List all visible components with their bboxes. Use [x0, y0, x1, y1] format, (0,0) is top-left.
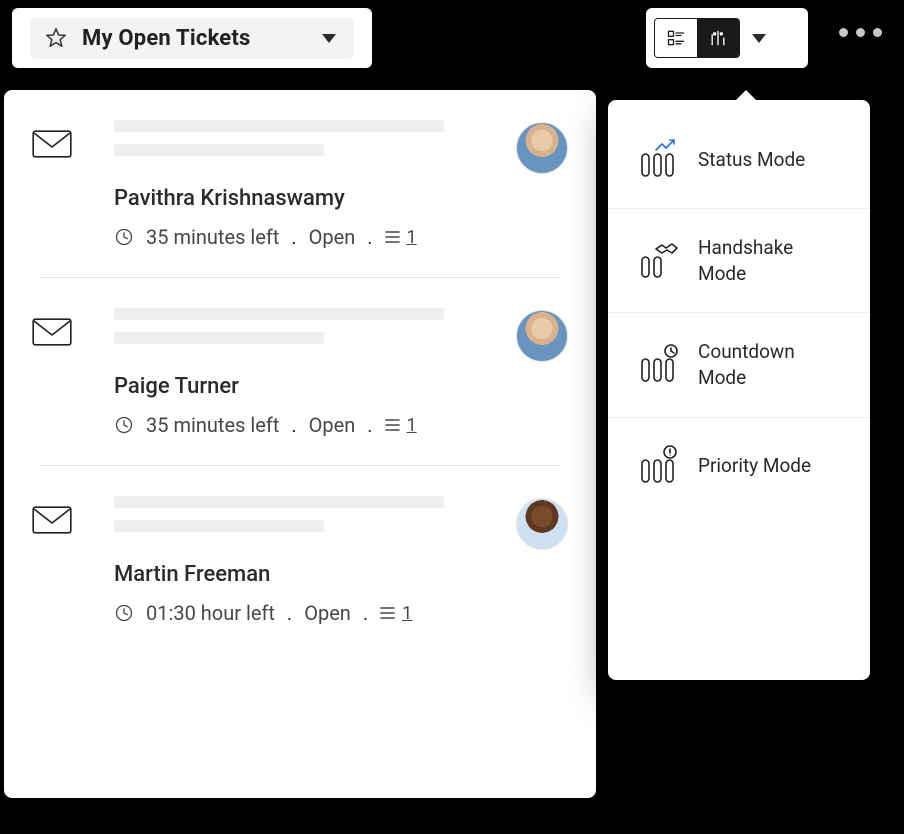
mode-dropdown-panel: Status Mode Handshake Mode [608, 100, 870, 680]
status-mode-icon [636, 138, 680, 182]
ticket-status: Open [309, 225, 356, 249]
thread-icon [385, 418, 403, 432]
ticket-meta: 35 minutes left . Open . 1 [114, 413, 516, 437]
sla-view-button[interactable] [697, 19, 739, 57]
more-actions-button[interactable] [839, 28, 882, 37]
clock-icon [114, 603, 134, 623]
mode-option-label: Priority Mode [698, 453, 811, 479]
avatar[interactable] [516, 498, 568, 550]
thread-icon [380, 606, 398, 620]
handshake-mode-icon [636, 239, 680, 283]
subject-placeholder [114, 120, 444, 132]
contact-name: Paige Turner [114, 374, 516, 399]
countdown-mode-icon [636, 343, 680, 387]
mode-option-label: Countdown Mode [698, 339, 818, 390]
chevron-down-icon [322, 34, 336, 43]
clock-icon [114, 415, 134, 435]
sla-time: 35 minutes left [146, 225, 279, 249]
mail-icon [32, 506, 72, 534]
ellipsis-dot-icon [856, 28, 865, 37]
thread-icon [385, 230, 403, 244]
separator: . [367, 413, 372, 437]
separator: . [287, 601, 292, 625]
contact-name: Pavithra Krishnaswamy [114, 186, 516, 211]
ticket-meta: 01:30 hour left . Open . 1 [114, 601, 516, 625]
view-title: My Open Tickets [82, 26, 308, 51]
thread-number: 1 [407, 227, 417, 248]
preview-placeholder [114, 332, 324, 344]
subject-placeholder [114, 496, 444, 508]
preview-placeholder [114, 520, 324, 532]
avatar[interactable] [516, 310, 568, 362]
mode-option-status[interactable]: Status Mode [608, 112, 870, 208]
sla-time: 35 minutes left [146, 413, 279, 437]
thread-count: 1 [385, 415, 417, 436]
ticket-status: Open [309, 413, 356, 437]
avatar[interactable] [516, 122, 568, 174]
mode-option-countdown[interactable]: Countdown Mode [608, 312, 870, 416]
view-mode-toggle [654, 18, 740, 58]
view-selector: My Open Tickets [12, 8, 372, 68]
ticket-meta: 35 minutes left . Open . 1 [114, 225, 516, 249]
ticket-body: Paige Turner 35 minutes left . Open . 1 [114, 308, 516, 465]
thread-count: 1 [385, 227, 417, 248]
mode-dropdown-toggle[interactable] [752, 34, 766, 43]
separator: . [291, 225, 296, 249]
mode-option-priority[interactable]: Priority Mode [608, 417, 870, 514]
ticket-row[interactable]: Pavithra Krishnaswamy 35 minutes left . … [4, 90, 596, 277]
mode-option-label: Status Mode [698, 147, 805, 173]
subject-placeholder [114, 308, 444, 320]
star-icon [44, 26, 68, 50]
ellipsis-dot-icon [873, 28, 882, 37]
mode-option-handshake[interactable]: Handshake Mode [608, 208, 870, 312]
ticket-row[interactable]: Paige Turner 35 minutes left . Open . 1 [4, 278, 596, 465]
ellipsis-dot-icon [839, 28, 848, 37]
separator: . [363, 601, 368, 625]
mail-icon [32, 318, 72, 346]
priority-mode-icon [636, 444, 680, 488]
ticket-row[interactable]: Martin Freeman 01:30 hour left . Open . … [4, 466, 596, 653]
mail-icon [32, 130, 72, 158]
preview-placeholder [114, 144, 324, 156]
separator: . [291, 413, 296, 437]
compact-view-icon [666, 28, 686, 48]
separator: . [367, 225, 372, 249]
thread-count: 1 [380, 603, 412, 624]
ticket-body: Martin Freeman 01:30 hour left . Open . … [114, 496, 516, 653]
ticket-list: Pavithra Krishnaswamy 35 minutes left . … [4, 90, 596, 798]
sla-view-icon [708, 28, 728, 48]
ticket-status: Open [304, 601, 351, 625]
thread-number: 1 [402, 603, 412, 624]
mode-option-label: Handshake Mode [698, 235, 818, 286]
compact-view-button[interactable] [655, 19, 697, 57]
ticket-body: Pavithra Krishnaswamy 35 minutes left . … [114, 120, 516, 277]
thread-number: 1 [407, 415, 417, 436]
sla-time: 01:30 hour left [146, 601, 275, 625]
contact-name: Martin Freeman [114, 562, 516, 587]
mode-toolbar [646, 8, 808, 68]
view-selector-dropdown[interactable]: My Open Tickets [30, 18, 354, 59]
clock-icon [114, 227, 134, 247]
